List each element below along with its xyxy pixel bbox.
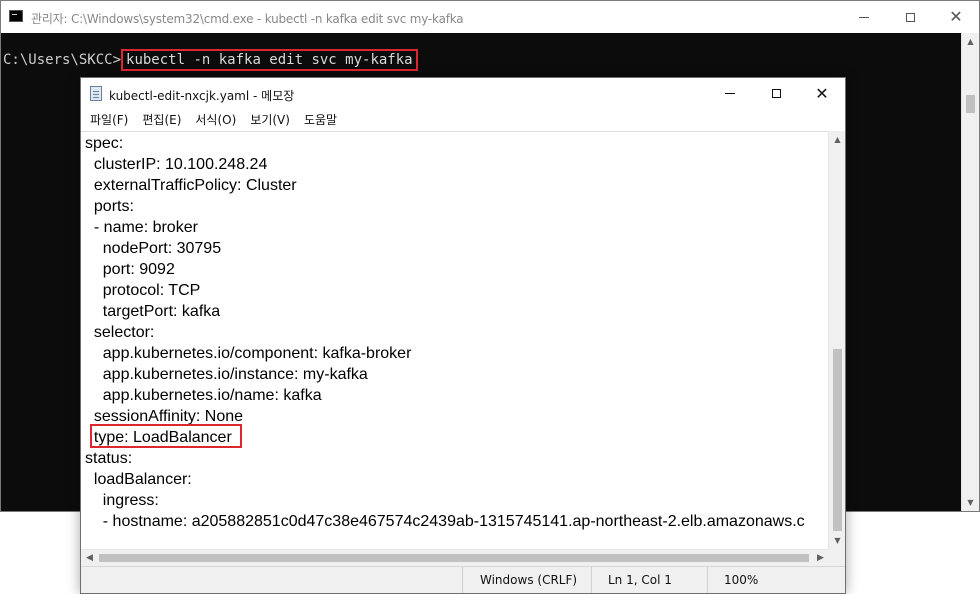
notepad-minimize-button[interactable] xyxy=(707,78,753,109)
cmd-close-button[interactable]: ✕ xyxy=(933,1,979,33)
notepad-statusbar: Windows (CRLF) Ln 1, Col 1 100% xyxy=(81,566,845,593)
cmd-window-title: 관리자: C:\Windows\system32\cmd.exe - kubec… xyxy=(31,12,464,26)
notepad-vertical-scrollbar[interactable]: ▲ ▼ xyxy=(828,131,845,549)
status-line-ending: Windows (CRLF) xyxy=(462,567,590,593)
cmd-maximize-button[interactable] xyxy=(887,1,933,33)
code-line: loadBalancer: xyxy=(85,471,192,488)
cmd-minimize-button[interactable] xyxy=(841,1,887,33)
code-line: - name: broker xyxy=(85,219,198,236)
code-line: nodePort: 30795 xyxy=(85,240,222,257)
scroll-right-arrow-icon[interactable]: ▶ xyxy=(812,550,829,566)
code-line: ports: xyxy=(85,198,134,215)
code-line: clusterIP: 10.100.248.24 xyxy=(85,156,268,173)
highlight-box-type xyxy=(90,424,242,448)
scroll-up-arrow-icon[interactable]: ▲ xyxy=(829,131,846,148)
close-icon: ✕ xyxy=(815,83,829,103)
maximize-icon xyxy=(771,89,781,98)
code-line: targetPort: kafka xyxy=(85,303,221,320)
close-icon: ✕ xyxy=(949,7,963,26)
code-line: selector: xyxy=(85,324,155,341)
status-cursor-position: Ln 1, Col 1 xyxy=(591,567,708,593)
notepad-close-button[interactable]: ✕ xyxy=(799,78,845,109)
menu-help[interactable]: 도움말 xyxy=(297,110,344,130)
notepad-document-icon xyxy=(90,86,102,101)
code-line: spec: xyxy=(85,135,124,152)
notepad-window-title: kubectl-edit-nxcjk.yaml - 메모장 xyxy=(109,89,295,103)
cmd-titlebar[interactable]: 관리자: C:\Windows\system32\cmd.exe - kubec… xyxy=(1,1,979,33)
code-line: status: xyxy=(85,450,133,467)
code-line: ingress: xyxy=(85,492,159,509)
scroll-left-arrow-icon[interactable]: ◀ xyxy=(81,550,98,566)
scroll-down-arrow-icon[interactable]: ▼ xyxy=(962,494,979,511)
code-line: port: 9092 xyxy=(85,261,175,278)
notepad-titlebar[interactable]: kubectl-edit-nxcjk.yaml - 메모장 ✕ xyxy=(81,78,845,109)
menu-edit[interactable]: 편집(E) xyxy=(135,110,188,130)
code-line: app.kubernetes.io/name: kafka xyxy=(85,387,322,404)
status-zoom-level: 100% xyxy=(707,567,844,593)
console-app-icon xyxy=(9,10,23,22)
code-line: app.kubernetes.io/instance: my-kafka xyxy=(85,366,368,383)
notepad-window: kubectl-edit-nxcjk.yaml - 메모장 ✕ 파일(F) 편집… xyxy=(80,77,846,594)
code-line: app.kubernetes.io/component: kafka-broke… xyxy=(85,345,412,362)
notepad-text-area[interactable]: spec: clusterIP: 10.100.248.24 externalT… xyxy=(81,131,829,550)
scrollbar-corner xyxy=(828,549,845,566)
cmd-prompt: C:\Users\SKCC> xyxy=(3,52,122,68)
menu-view[interactable]: 보기(V) xyxy=(243,110,297,130)
yaml-content: spec: clusterIP: 10.100.248.24 externalT… xyxy=(85,133,805,532)
menu-file[interactable]: 파일(F) xyxy=(83,110,135,130)
minimize-icon xyxy=(725,93,735,94)
notepad-vscroll-thumb[interactable] xyxy=(833,349,842,531)
highlighted-command: kubectl -n kafka edit svc my-kafka xyxy=(121,49,418,71)
cmd-prompt-line: C:\Users\SKCC> kubectl -n kafka edit svc … xyxy=(3,49,418,71)
cmd-vertical-scrollbar[interactable]: ▲ ▼ xyxy=(961,33,979,511)
scroll-up-arrow-icon[interactable]: ▲ xyxy=(962,33,979,50)
scroll-down-arrow-icon[interactable]: ▼ xyxy=(829,532,846,549)
cmd-scroll-thumb[interactable] xyxy=(966,95,975,113)
notepad-menubar: 파일(F) 편집(E) 서식(O) 보기(V) 도움말 xyxy=(81,109,845,131)
code-line: protocol: TCP xyxy=(85,282,201,299)
code-line: - hostname: a205882851c0d47c38e467574c24… xyxy=(85,513,805,530)
notepad-maximize-button[interactable] xyxy=(753,78,799,109)
menu-format[interactable]: 서식(O) xyxy=(188,110,243,130)
code-line: externalTrafficPolicy: Cluster xyxy=(85,177,297,194)
minimize-icon xyxy=(859,16,869,18)
maximize-icon xyxy=(905,12,915,22)
notepad-hscroll-thumb[interactable] xyxy=(99,554,809,562)
notepad-horizontal-scrollbar[interactable]: ◀ ▶ xyxy=(81,549,829,566)
